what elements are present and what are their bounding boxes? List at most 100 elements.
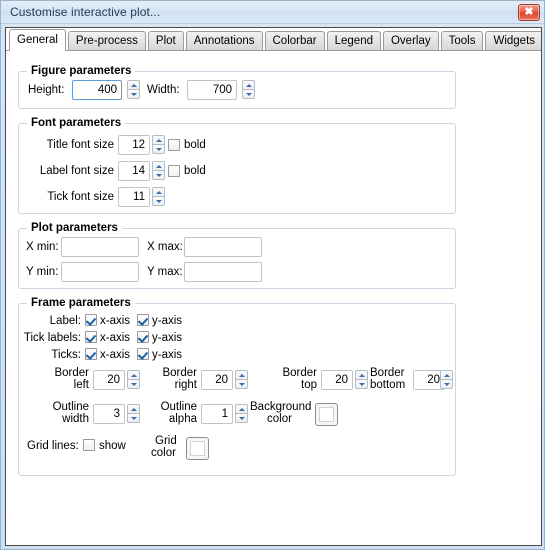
tick-font-size-input[interactable]	[118, 187, 150, 207]
title-font-size-spinner[interactable]	[152, 135, 165, 155]
x-max-label: X max:	[147, 241, 183, 253]
label-font-size-spinner-down-icon[interactable]	[152, 170, 165, 180]
tick-labels-x-axis-checkbox[interactable]	[85, 331, 97, 343]
label-font-size-input[interactable]	[118, 161, 150, 181]
tick-font-size-spinner[interactable]	[152, 187, 165, 207]
group-title-figure: Figure parameters	[27, 65, 136, 77]
title-bar: Customise interactive plot... ✖	[1, 1, 544, 24]
tab-colorbar[interactable]: Colorbar	[264, 31, 325, 50]
border-right-label-line1: Border	[162, 367, 197, 379]
label-y-axis-label: y-axis	[152, 315, 183, 327]
border-right-spinner-down-icon[interactable]	[235, 379, 248, 389]
grid-color-swatch[interactable]	[186, 437, 209, 460]
x-min-input[interactable]	[61, 237, 139, 257]
y-max-input[interactable]	[184, 262, 262, 282]
group-title-frame: Frame parameters	[27, 297, 135, 309]
dialog-window: Customise interactive plot... ✖ General …	[0, 0, 545, 550]
height-spinner-down-icon[interactable]	[127, 89, 140, 99]
outline-alpha-label-line2: alpha	[168, 413, 197, 425]
tab-page-general: Figure parameters Height: Width: Font pa…	[6, 51, 541, 525]
group-figure-parameters: Figure parameters Height: Width:	[18, 65, 456, 109]
x-min-label: X min:	[26, 241, 59, 253]
ticks-y-axis-checkbox[interactable]	[137, 348, 149, 360]
grid-color-label-line2: color	[151, 447, 176, 459]
tick-labels-row-label: Tick labels:	[23, 332, 81, 344]
outline-alpha-input[interactable]	[201, 404, 233, 424]
x-max-input[interactable]	[184, 237, 262, 257]
label-x-axis-checkbox[interactable]	[85, 314, 97, 326]
border-top-input[interactable]	[321, 370, 353, 390]
tab-widgets[interactable]: Widgets	[485, 31, 541, 50]
border-top-label-line2: top	[301, 379, 317, 391]
close-button[interactable]: ✖	[518, 4, 540, 21]
group-title-plot: Plot parameters	[27, 222, 122, 234]
tick-labels-x-axis-label: x-axis	[100, 332, 131, 344]
label-bold-label: bold	[184, 165, 206, 177]
grid-lines-show-label: show	[99, 440, 126, 452]
background-color-swatch[interactable]	[315, 403, 338, 426]
width-spinner[interactable]	[242, 80, 255, 100]
tab-strip: General Pre-process Plot Annotations Col…	[9, 28, 541, 51]
tab-overlay[interactable]: Overlay	[382, 31, 439, 50]
group-title-font: Font parameters	[27, 117, 126, 129]
ticks-row-label: Ticks:	[51, 349, 81, 361]
y-min-input[interactable]	[61, 262, 139, 282]
title-font-size-input[interactable]	[118, 135, 150, 155]
ticks-x-axis-checkbox[interactable]	[85, 348, 97, 360]
title-font-size-label: Title font size	[46, 139, 114, 151]
close-icon: ✖	[524, 6, 534, 18]
border-left-label-line1: Border	[54, 367, 89, 379]
tick-labels-y-axis-checkbox[interactable]	[137, 331, 149, 343]
label-y-axis-checkbox[interactable]	[137, 314, 149, 326]
title-font-size-spinner-down-icon[interactable]	[152, 144, 165, 154]
border-right-spinner[interactable]	[235, 370, 248, 390]
ticks-y-axis-label: y-axis	[152, 349, 183, 361]
tab-plot[interactable]: Plot	[147, 31, 184, 50]
dialog-client-area: General Pre-process Plot Annotations Col…	[5, 27, 542, 546]
tab-pre-process[interactable]: Pre-process	[67, 31, 146, 50]
border-bottom-spinner-down-icon[interactable]	[440, 379, 453, 389]
tab-legend[interactable]: Legend	[326, 31, 381, 50]
grid-lines-show-checkbox[interactable]	[83, 439, 95, 451]
label-bold-checkbox[interactable]	[168, 165, 180, 177]
height-spinner[interactable]	[127, 80, 140, 100]
border-right-input[interactable]	[201, 370, 233, 390]
tab-tools[interactable]: Tools	[440, 31, 484, 50]
width-spinner-down-icon[interactable]	[242, 89, 255, 99]
border-left-input[interactable]	[93, 370, 125, 390]
ticks-x-axis-label: x-axis	[100, 349, 131, 361]
tick-labels-y-axis-label: y-axis	[152, 332, 183, 344]
outline-width-input[interactable]	[93, 404, 125, 424]
tick-font-size-label: Tick font size	[47, 191, 114, 203]
height-input[interactable]	[72, 80, 122, 100]
label-row-label: Label:	[49, 315, 81, 327]
border-right-label-line2: right	[174, 379, 197, 391]
grid-lines-label: Grid lines:	[27, 440, 79, 452]
title-bold-label: bold	[184, 139, 206, 151]
border-bottom-spinner[interactable]	[440, 370, 453, 390]
tab-annotations[interactable]: Annotations	[185, 31, 263, 50]
grid-color-label-line1: Grid	[155, 435, 177, 447]
border-bottom-label-line2: bottom	[370, 379, 406, 391]
width-label: Width:	[147, 84, 180, 96]
background-color-label-line2: color	[267, 413, 292, 425]
outline-alpha-label-line1: Outline	[160, 401, 197, 413]
label-font-size-spinner[interactable]	[152, 161, 165, 181]
border-top-spinner[interactable]	[355, 370, 368, 390]
title-bold-checkbox[interactable]	[168, 139, 180, 151]
background-color-label-line1: Background	[250, 401, 312, 413]
y-min-label: Y min:	[26, 266, 59, 278]
border-top-spinner-down-icon[interactable]	[355, 379, 368, 389]
outline-alpha-spinner-down-icon[interactable]	[235, 413, 248, 423]
tab-general[interactable]: General	[9, 29, 66, 51]
border-left-label-line2: left	[73, 379, 89, 391]
height-label: Height:	[28, 84, 65, 96]
window-title: Customise interactive plot...	[10, 5, 161, 19]
border-bottom-label-line1: Border	[370, 367, 405, 379]
outline-alpha-spinner[interactable]	[235, 404, 248, 424]
outline-width-label-line2: width	[62, 413, 89, 425]
width-input[interactable]	[187, 80, 237, 100]
border-top-label-line1: Border	[282, 367, 317, 379]
label-x-axis-label: x-axis	[100, 315, 131, 327]
tick-font-size-spinner-down-icon[interactable]	[152, 196, 165, 206]
